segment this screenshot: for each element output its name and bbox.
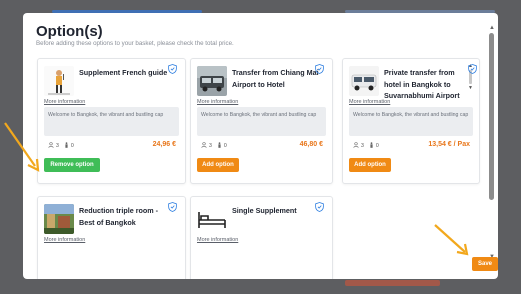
- child-count: 0: [375, 143, 379, 149]
- adult-icon: [353, 142, 359, 150]
- option-thumbnail: [44, 66, 74, 96]
- participant-counts: 3 0: [201, 142, 227, 150]
- option-card: Private transfer from hotel in Bangkok t…: [342, 58, 480, 184]
- shield-check-icon: [315, 202, 324, 212]
- more-information-link[interactable]: More information: [349, 99, 390, 105]
- bed-icon: [197, 204, 227, 234]
- participant-counts: 3 0: [353, 142, 379, 150]
- annotation-arrow-icon: [434, 224, 469, 256]
- option-card: Transfer from Chiang Mai Airport to Hote…: [190, 58, 333, 184]
- shield-check-icon: [468, 64, 477, 74]
- adult-count: 3: [209, 143, 212, 149]
- more-information-link[interactable]: More information: [197, 99, 238, 105]
- option-card: Single Supplement More information: [190, 196, 333, 279]
- save-button[interactable]: Save: [472, 257, 498, 271]
- adult-count: 3: [361, 143, 364, 149]
- scroll-down-icon[interactable]: ▼: [467, 85, 474, 91]
- option-price: 46,80 €: [299, 141, 323, 148]
- remove-option-button[interactable]: Remove option: [44, 158, 100, 172]
- child-count: 0: [223, 143, 227, 149]
- modal-subtitle: Before adding these options to your bask…: [36, 40, 234, 47]
- option-price: 24,96 €: [152, 141, 176, 148]
- option-title: Transfer from Chiang Mai Airport to Hote…: [232, 68, 319, 89]
- option-title: Supplement French guide: [79, 68, 168, 77]
- option-description: Welcome to Bangkok, the vibrant and bust…: [44, 107, 179, 136]
- participant-counts: 3 0: [48, 142, 74, 150]
- adult-icon: [201, 142, 207, 150]
- modal-scrollbar[interactable]: ▲ ▼: [489, 25, 495, 260]
- child-icon: [369, 142, 374, 150]
- shield-check-icon: [168, 64, 177, 74]
- more-information-link[interactable]: More information: [197, 237, 238, 243]
- option-thumbnail: [44, 204, 74, 234]
- scroll-thumb[interactable]: [489, 33, 494, 200]
- option-thumbnail: [349, 66, 379, 96]
- options-modal: Option(s) Before adding these options to…: [23, 13, 498, 279]
- child-icon: [64, 142, 69, 150]
- modal-title: Option(s): [36, 23, 103, 40]
- annotation-arrow-icon: [4, 122, 40, 172]
- option-thumbnail: [197, 204, 227, 234]
- more-information-link[interactable]: More information: [44, 237, 85, 243]
- option-description: Welcome to Bangkok, the vibrant and bust…: [197, 107, 326, 136]
- child-count: 0: [70, 143, 74, 149]
- child-icon: [217, 142, 222, 150]
- adult-count: 3: [56, 143, 59, 149]
- option-price: 13,54 € / Pax: [428, 141, 470, 148]
- adult-icon: [48, 142, 54, 150]
- scroll-up-icon[interactable]: ▲: [489, 25, 495, 31]
- option-card: Reduction triple room - Best of Bangkok …: [37, 196, 186, 279]
- shield-check-icon: [168, 202, 177, 212]
- background-button-strip: [345, 280, 440, 286]
- shield-check-icon: [315, 64, 324, 74]
- option-title: Reduction triple room - Best of Bangkok: [79, 206, 159, 227]
- more-information-link[interactable]: More information: [44, 99, 85, 105]
- option-title: Single Supplement: [232, 206, 297, 215]
- option-title: Private transfer from hotel in Bangkok t…: [384, 68, 460, 100]
- option-card: Supplement French guide More information…: [37, 58, 186, 184]
- add-option-button[interactable]: Add option: [349, 158, 391, 172]
- option-description: Welcome to Bangkok, the vibrant and bust…: [349, 107, 473, 136]
- option-thumbnail: [197, 66, 227, 96]
- add-option-button[interactable]: Add option: [197, 158, 239, 172]
